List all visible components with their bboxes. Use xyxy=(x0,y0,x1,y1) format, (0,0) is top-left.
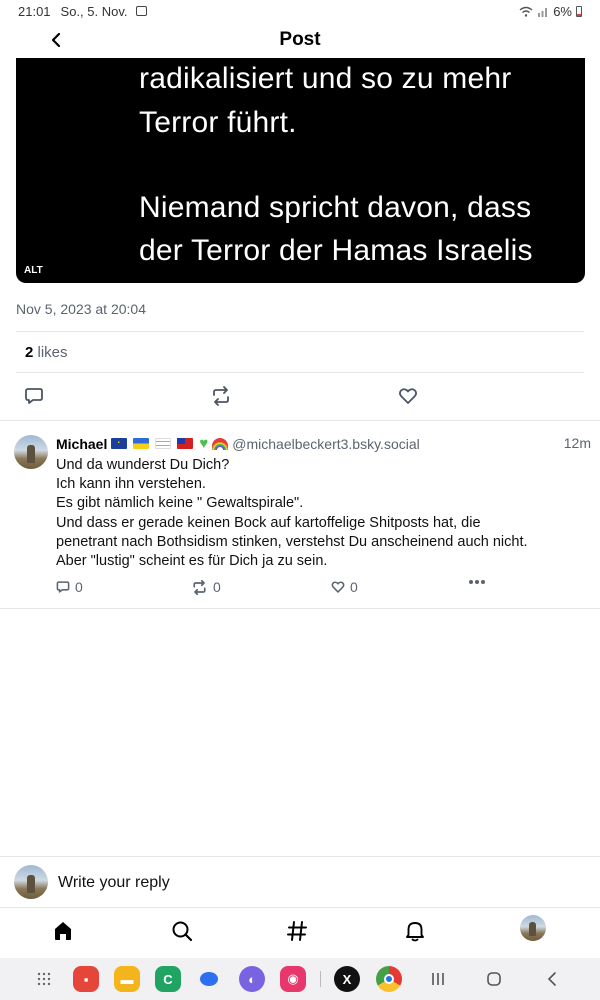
reply-text-line: Und da wunderst Du Dich? xyxy=(56,457,230,473)
more-options-button[interactable] xyxy=(468,579,486,585)
divider xyxy=(0,608,600,609)
speech-bubble-icon xyxy=(25,388,43,404)
post-image[interactable]: radikalisiert und so zu mehr Terror führ… xyxy=(16,58,585,283)
rainbow-icon xyxy=(212,437,229,450)
home-icon xyxy=(55,922,71,940)
divider xyxy=(0,420,600,421)
android-taskbar: ▪ ▬ C ◐ ◉ X xyxy=(0,958,600,1000)
back-nav-icon[interactable] xyxy=(540,967,564,991)
page-title: Post xyxy=(279,29,321,50)
heart-icon xyxy=(331,581,345,593)
composer-avatar xyxy=(14,865,48,899)
speech-bubble-icon xyxy=(56,581,70,593)
gallery-notification-icon xyxy=(135,6,147,16)
israel-flag-icon xyxy=(155,438,172,449)
eu-flag-icon xyxy=(111,433,128,449)
ellipsis-icon xyxy=(469,580,485,584)
tab-notifications[interactable] xyxy=(400,916,430,946)
reply-text-line: penetrant nach Bothsidism stinken, verst… xyxy=(56,533,528,550)
reply-text-line: Und dass er gerade keinen Bock auf karto… xyxy=(56,514,481,531)
reply-header: Michael ♥ @michaelbeckert3.bsky.social xyxy=(56,433,420,452)
reply-text-line: Ich kann ihn verstehen. xyxy=(56,476,206,493)
search-icon xyxy=(172,921,193,942)
camera-app-icon[interactable]: ◉ xyxy=(280,966,306,992)
reply-text-line: Aber "lustig" scheint es für Dich ja zu … xyxy=(56,553,328,570)
repost-count: 0 xyxy=(213,579,221,595)
hash-icon xyxy=(287,921,307,941)
reply-placeholder[interactable]: Write your reply xyxy=(58,874,170,892)
tab-feeds[interactable] xyxy=(282,916,312,946)
battery-percent: 6% xyxy=(553,3,572,19)
reply-text-line: Es gibt nämlich keine " Gewaltspirale". xyxy=(56,495,304,512)
status-date: So., 5. Nov. xyxy=(60,3,128,19)
post-timestamp: Nov 5, 2023 at 20:04 xyxy=(16,301,146,317)
wifi-icon xyxy=(519,6,533,17)
reply-reply-button[interactable]: 0 xyxy=(56,579,83,595)
status-bar: 21:01 So., 5. Nov. 6% xyxy=(0,0,600,22)
reply-composer[interactable]: Write your reply xyxy=(0,856,600,907)
ukraine-flag-icon xyxy=(133,438,150,449)
divider xyxy=(16,331,584,332)
chrome-app-icon[interactable] xyxy=(376,966,402,992)
image-text-line: Niemand spricht davon, dass xyxy=(139,191,532,224)
green-heart-icon: ♥ xyxy=(199,435,209,452)
recent-apps-icon[interactable] xyxy=(426,967,450,991)
like-button[interactable] xyxy=(398,386,420,406)
reply-text: Und da wunderst Du Dich? Ich kann ihn ve… xyxy=(56,456,591,571)
repost-arrows-icon xyxy=(213,386,229,406)
header: Post xyxy=(0,22,600,58)
image-text-line: der Terror der Hamas Israelis xyxy=(139,234,533,267)
app-drawer-icon[interactable] xyxy=(32,967,56,991)
tab-search[interactable] xyxy=(167,916,197,946)
reply-repost-button[interactable]: 0 xyxy=(191,579,221,595)
reply-author-name[interactable]: Michael xyxy=(56,436,107,452)
files-app-icon[interactable]: ▬ xyxy=(114,966,140,992)
reply-button[interactable] xyxy=(24,386,46,406)
image-text-line: Terror führt. xyxy=(139,106,297,139)
likes-count: 2 xyxy=(25,344,34,361)
tab-profile-avatar[interactable] xyxy=(520,915,546,941)
flipboard-app-icon[interactable]: ▪ xyxy=(73,966,99,992)
reply-count: 0 xyxy=(75,579,83,595)
repost-arrows-icon xyxy=(193,579,206,595)
browser-app-icon[interactable]: ◐ xyxy=(239,966,265,992)
signal-icon xyxy=(538,7,548,17)
taiwan-flag-icon xyxy=(177,438,194,449)
x-app-icon[interactable]: X xyxy=(334,966,360,992)
alt-badge[interactable]: ALT xyxy=(24,265,43,276)
bottom-tab-bar xyxy=(0,907,600,957)
bell-icon xyxy=(406,922,424,942)
divider xyxy=(16,372,584,373)
image-text-line: radikalisiert und so zu mehr xyxy=(139,62,512,95)
home-nav-icon[interactable] xyxy=(482,967,506,991)
phone-app-icon[interactable]: C xyxy=(155,966,181,992)
reply-author-handle[interactable]: @michaelbeckert3.bsky.social xyxy=(232,436,419,452)
reply-like-button[interactable]: 0 xyxy=(331,579,358,595)
likes-label: likes xyxy=(37,344,68,361)
status-time: 21:01 xyxy=(18,3,51,19)
status-right: 6% xyxy=(519,4,582,19)
likes-summary[interactable]: 2 likes xyxy=(25,344,68,361)
reply-avatar[interactable] xyxy=(14,435,48,469)
repost-button[interactable] xyxy=(210,386,232,406)
heart-icon xyxy=(399,388,417,404)
like-count: 0 xyxy=(350,579,358,595)
messages-app-icon[interactable] xyxy=(196,966,222,992)
tab-home[interactable] xyxy=(48,916,78,946)
dock-separator xyxy=(320,971,321,987)
reply-time: 12m xyxy=(563,435,591,451)
battery-icon xyxy=(576,5,582,17)
